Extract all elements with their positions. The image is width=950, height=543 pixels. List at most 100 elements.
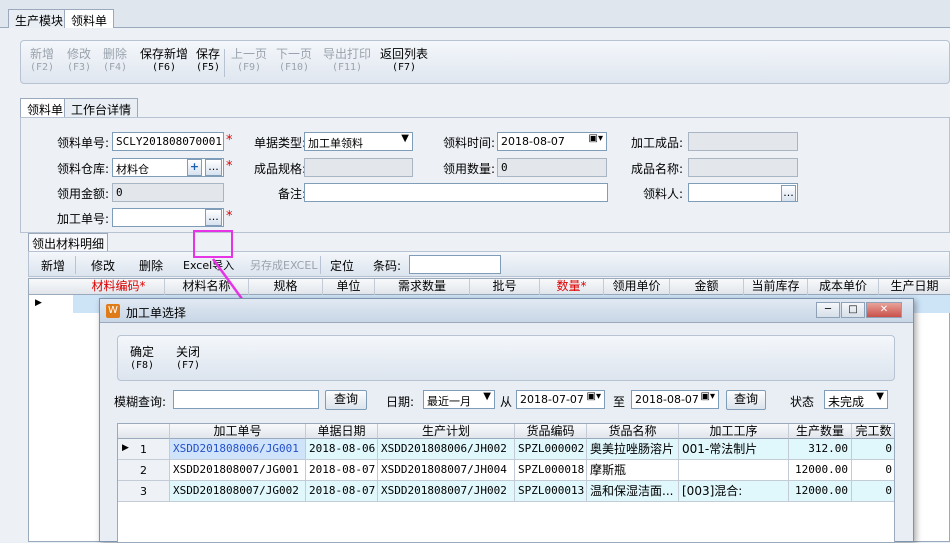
warehouse-lookup-button[interactable]: ... xyxy=(205,159,222,176)
picker-lookup-button[interactable]: ... xyxy=(781,185,796,202)
cell-production-qty[interactable]: 12000.00 xyxy=(789,460,852,481)
date-range-select[interactable]: 最近一月 ▼ xyxy=(423,390,495,409)
product-field xyxy=(688,132,798,151)
cell-process-no[interactable]: XSDD201808007/JG002 xyxy=(170,481,306,502)
edit-shortcut: (F3) xyxy=(67,62,92,73)
detail-delete-button[interactable]: 删除 xyxy=(139,257,163,274)
detail-toolbar: 新增 修改 删除 Excel导入 另存成EXCEL 定位 条码: xyxy=(28,251,950,277)
material-grid-header: 材料编码* 材料名称 规格 单位 需求数量 批号 数量* 领用单价 金额 当前库… xyxy=(29,279,950,295)
cell-goods-code[interactable]: SPZL000002 xyxy=(515,439,587,460)
warehouse-label: 领料仓库: xyxy=(56,162,109,176)
from-date-picker[interactable]: 2018-07-07 ▣▾ xyxy=(516,390,605,409)
next-page-button[interactable]: 下一页 (F10) xyxy=(276,48,312,74)
save-new-button[interactable]: 保存新增 (F6) xyxy=(140,48,188,74)
prev-page-button[interactable]: 上一页 (F9) xyxy=(231,48,267,74)
product-name-label: 成品名称: xyxy=(630,162,683,176)
col-spec: 规格 xyxy=(249,279,323,295)
col-completed-qty: 完工数 xyxy=(852,424,894,439)
new-button[interactable]: 新增 (F2) xyxy=(30,48,54,74)
close-button[interactable]: 关闭 (F7) xyxy=(176,346,200,372)
col-goods-name: 货品名称 xyxy=(587,424,679,439)
toolbar-divider xyxy=(320,256,321,274)
dialog-toolbar: 确定 (F8) 关闭 (F7) xyxy=(117,335,895,381)
cell-production-plan[interactable]: XSDD201808007/JH004 xyxy=(378,460,515,481)
amount-label: 领用金额: xyxy=(56,187,109,201)
edit-button[interactable]: 修改 (F3) xyxy=(67,48,91,74)
cell-goods-name[interactable]: 摩斯瓶 xyxy=(587,460,679,481)
status-select[interactable]: 未完成 ▼ xyxy=(824,390,888,409)
delete-button[interactable]: 删除 (F4) xyxy=(103,48,127,74)
new-label: 新增 xyxy=(30,47,55,61)
cell-completed-qty[interactable]: 0 xyxy=(852,481,894,502)
date-query-button[interactable]: 查询 xyxy=(726,390,766,410)
row-number: 1 xyxy=(140,443,147,456)
cell-process-no[interactable]: XSDD201808006/JG001 xyxy=(170,439,306,460)
cell-process-step[interactable] xyxy=(679,460,789,481)
row-header: 2 xyxy=(118,460,170,481)
close-window-button[interactable]: ✕ xyxy=(866,302,902,318)
query-button[interactable]: 查询 xyxy=(325,390,367,410)
excel-import-button[interactable]: Excel导入 xyxy=(183,257,234,273)
col-process-no: 加工单号 xyxy=(170,424,306,439)
pick-time-picker[interactable]: 2018-08-07 ▣▾ xyxy=(497,132,607,151)
minimize-button[interactable]: ─ xyxy=(816,302,840,318)
dialog-titlebar[interactable]: W 加工单选择 ─ □ ✕ xyxy=(100,299,913,323)
cell-production-plan[interactable]: XSDD201808007/JH002 xyxy=(378,481,515,502)
cell-production-plan[interactable]: XSDD201808006/JH002 xyxy=(378,439,515,460)
product-label: 加工成品: xyxy=(630,136,683,150)
product-name-field xyxy=(688,158,798,177)
save-button[interactable]: 保存 (F5) xyxy=(196,48,220,74)
tab-workbench-detail[interactable]: 工作台详情 xyxy=(64,98,139,118)
export-print-shortcut: (F11) xyxy=(331,62,363,73)
barcode-label: 条码: xyxy=(373,259,402,273)
cell-doc-date[interactable]: 2018-08-07 xyxy=(306,481,378,502)
row-pointer-icon: ▶ xyxy=(35,298,42,308)
tab-picking-form[interactable]: 领料单 xyxy=(20,98,71,118)
back-to-list-button[interactable]: 返回列表 (F7) xyxy=(380,48,428,74)
doc-type-select[interactable]: 加工单领料 ▼ xyxy=(304,132,413,151)
cell-goods-code[interactable]: SPZL000018 xyxy=(515,460,587,481)
cell-doc-date[interactable]: 2018-08-07 xyxy=(306,460,378,481)
tab-picking-order[interactable]: 领料单 xyxy=(64,9,115,29)
remark-field[interactable] xyxy=(304,183,608,202)
col-cost-price: 成本单价 xyxy=(808,279,879,295)
delete-label: 删除 xyxy=(103,47,128,61)
add-warehouse-button[interactable]: + xyxy=(187,159,202,176)
tab-material-detail[interactable]: 领出材料明细 xyxy=(28,233,109,251)
next-page-label: 下一页 xyxy=(276,47,313,61)
to-date-picker[interactable]: 2018-08-07 ▣▾ xyxy=(631,390,719,409)
maximize-button[interactable]: □ xyxy=(841,302,865,318)
dropdown-arrow-icon: ▼ xyxy=(876,391,884,402)
confirm-button[interactable]: 确定 (F8) xyxy=(130,346,154,372)
process-no-lookup-button[interactable]: ... xyxy=(205,209,222,226)
col-current-stock: 当前库存 xyxy=(744,279,808,295)
locate-button[interactable]: 定位 xyxy=(330,257,354,274)
qty-label: 领用数量: xyxy=(442,162,495,176)
cell-completed-qty[interactable]: 0 xyxy=(852,439,894,460)
col-process-step: 加工工序 xyxy=(679,424,789,439)
cell-doc-date[interactable]: 2018-08-06 xyxy=(306,439,378,460)
export-print-button[interactable]: 导出打印 (F11) xyxy=(323,48,371,74)
barcode-input[interactable] xyxy=(409,255,501,274)
cell-goods-name[interactable]: 温和保湿洁面... xyxy=(587,481,679,502)
process-no-label: 加工单号: xyxy=(56,212,109,226)
cell-goods-code[interactable]: SPZL000013 xyxy=(515,481,587,502)
order-no-field[interactable]: SCLY201808070001 xyxy=(112,132,224,151)
cell-process-step[interactable]: 001-常法制片 xyxy=(679,439,789,460)
fuzzy-query-input[interactable] xyxy=(173,390,319,409)
process-order-grid: 加工单号 单据日期 生产计划 货品编码 货品名称 加工工序 生产数量 完工数 ▶… xyxy=(117,423,895,543)
tab-production-module[interactable]: 生产模块 xyxy=(8,9,71,28)
cell-completed-qty[interactable]: 0 xyxy=(852,460,894,481)
cell-production-qty[interactable]: 312.00 xyxy=(789,439,852,460)
order-no-label: 领料单号: xyxy=(56,136,109,150)
module-tab-bar: 生产模块 领料单 xyxy=(0,0,950,29)
detail-new-button[interactable]: 新增 xyxy=(41,257,65,274)
cell-process-no[interactable]: XSDD201808007/JG001 xyxy=(170,460,306,481)
calendar-dropdown-icon: ▣▾ xyxy=(588,133,603,144)
detail-edit-button[interactable]: 修改 xyxy=(91,257,115,274)
cell-goods-name[interactable]: 奥美拉唑肠溶片 xyxy=(587,439,679,460)
delete-shortcut: (F4) xyxy=(103,62,128,73)
save-as-excel-button[interactable]: 另存成EXCEL xyxy=(250,257,317,273)
cell-process-step[interactable]: [003]混合: xyxy=(679,481,789,502)
cell-production-qty[interactable]: 12000.00 xyxy=(789,481,852,502)
